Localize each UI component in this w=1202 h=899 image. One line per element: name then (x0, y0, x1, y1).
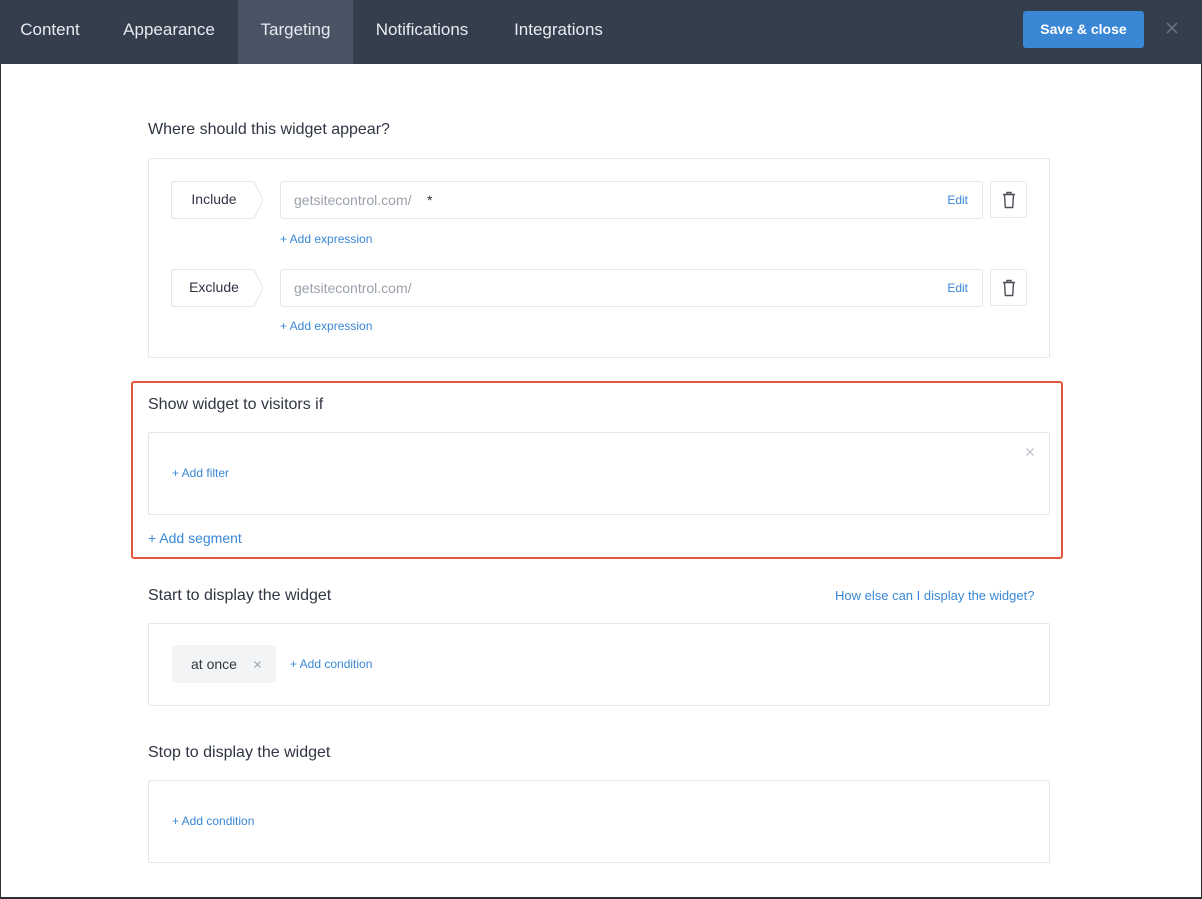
exclude-url-value: getsitecontrol.com/ (294, 280, 412, 296)
visitors-section-title: Show widget to visitors if (148, 396, 324, 413)
remove-segment-icon[interactable] (1023, 445, 1037, 459)
start-conditions-card (148, 623, 1050, 706)
exclude-delete-button[interactable] (990, 269, 1027, 306)
include-url-value: getsitecontrol.com/ (294, 192, 412, 208)
tab-appearance[interactable]: Appearance (100, 0, 238, 64)
trash-icon (1003, 191, 1015, 209)
add-filter-link[interactable]: + Add filter (172, 466, 229, 480)
add-segment-link[interactable]: + Add segment (148, 530, 242, 546)
visitors-filter-card: + Add filter (148, 432, 1050, 515)
stop-add-condition-link[interactable]: + Add condition (172, 814, 254, 828)
stop-section-title: Stop to display the widget (148, 744, 331, 761)
exclude-tag-label: Exclude (189, 279, 239, 295)
start-add-condition-link[interactable]: + Add condition (290, 657, 372, 671)
start-section-title: Start to display the widget (148, 587, 332, 604)
top-navigation-bar: Content Appearance Targeting Notificatio… (0, 0, 1202, 64)
at-once-chip[interactable]: at once (172, 645, 276, 683)
exclude-url-field[interactable]: getsitecontrol.com/ Edit (280, 269, 983, 307)
how-else-display-link[interactable]: How else can I display the widget? (835, 588, 1034, 603)
include-wildcard: * (427, 192, 433, 208)
trash-icon (1003, 279, 1015, 297)
at-once-chip-label: at once (191, 656, 237, 672)
include-edit-link[interactable]: Edit (947, 182, 968, 219)
close-icon[interactable] (1160, 16, 1184, 40)
remove-chip-icon[interactable] (253, 660, 262, 669)
exclude-add-expression-link[interactable]: + Add expression (280, 319, 372, 333)
exclude-tag[interactable]: Exclude (171, 269, 264, 307)
include-tag-label: Include (191, 191, 237, 207)
include-tag[interactable]: Include (171, 181, 264, 219)
frame-border-left (0, 64, 1, 899)
save-and-close-button[interactable]: Save & close (1023, 11, 1144, 48)
tab-notifications[interactable]: Notifications (353, 0, 491, 64)
include-add-expression-link[interactable]: + Add expression (280, 232, 372, 246)
stop-conditions-card: + Add condition (148, 780, 1050, 863)
include-url-field[interactable]: getsitecontrol.com/ * Edit (280, 181, 983, 219)
where-rules-card: Include getsitecontrol.com/ * Edit + Add… (148, 158, 1050, 358)
include-delete-button[interactable] (990, 181, 1027, 218)
tab-targeting[interactable]: Targeting (238, 0, 353, 64)
exclude-edit-link[interactable]: Edit (947, 270, 968, 307)
tab-integrations[interactable]: Integrations (491, 0, 626, 64)
tab-content[interactable]: Content (0, 0, 100, 64)
where-section-title: Where should this widget appear? (148, 121, 390, 138)
